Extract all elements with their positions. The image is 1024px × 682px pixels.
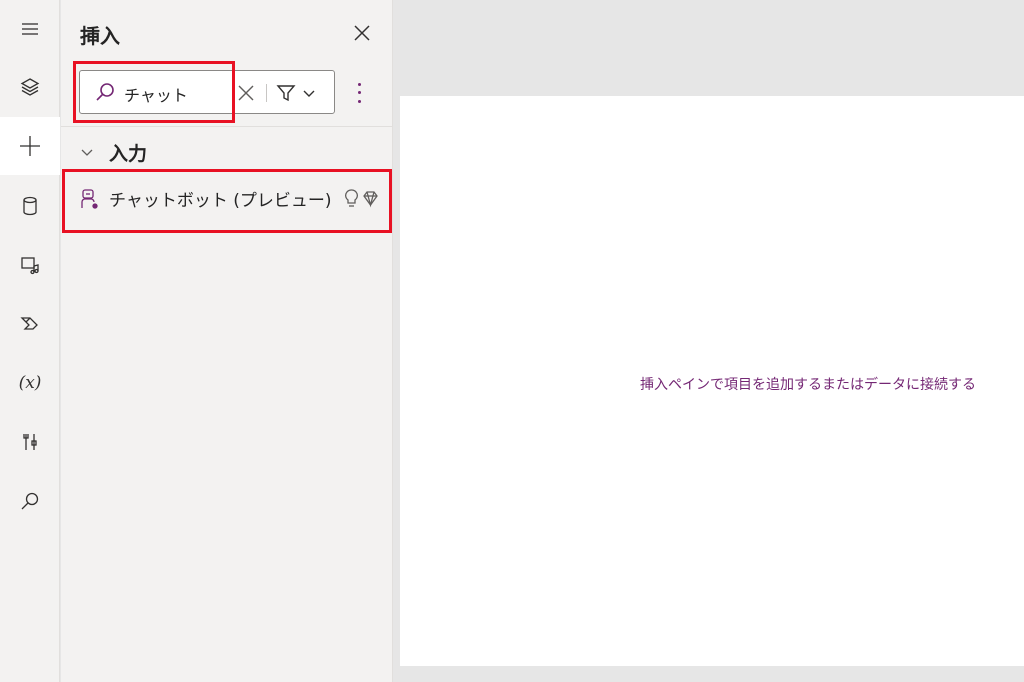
search-divider: [266, 84, 267, 102]
close-panel-button[interactable]: [351, 22, 375, 46]
advanced-tools-button[interactable]: [0, 413, 60, 471]
database-icon: [23, 196, 37, 216]
chevron-down-icon: [81, 143, 93, 162]
media-button[interactable]: [0, 236, 60, 294]
search-rail-button[interactable]: [0, 472, 60, 530]
item-highlight-box: [62, 169, 392, 233]
search-icon: [21, 492, 39, 510]
close-icon: [354, 25, 370, 41]
variable-icon: (x): [18, 373, 42, 393]
tree-view-button[interactable]: [0, 58, 60, 116]
more-dot: [357, 100, 361, 104]
clear-search-icon[interactable]: [236, 83, 256, 103]
layers-icon: [20, 78, 40, 96]
panel-divider: [61, 126, 392, 127]
group-label: 入力: [109, 142, 148, 165]
chevron-down-icon: [303, 90, 315, 97]
insert-button[interactable]: [0, 117, 60, 175]
more-dot: [357, 82, 361, 86]
media-icon: [21, 257, 39, 275]
more-dot: [357, 91, 361, 95]
search-highlight-box: [73, 61, 235, 123]
hamburger-icon: [22, 23, 38, 35]
variables-button[interactable]: (x): [0, 354, 60, 412]
hamburger-menu-button[interactable]: [0, 0, 60, 58]
data-button[interactable]: [0, 177, 60, 235]
panel-title: 挿入: [80, 24, 120, 48]
group-header-input[interactable]: 入力: [81, 138, 147, 166]
more-options-button[interactable]: [351, 80, 367, 106]
app-canvas[interactable]: 挿入ペインで項目を追加するまたはデータに接続する: [400, 96, 1024, 666]
plus-icon: [20, 136, 40, 156]
insert-panel: 挿入 チャット 入力 チャットボット (プレビュー): [61, 0, 393, 682]
filter-button[interactable]: [276, 80, 328, 106]
filter-icon: [276, 85, 296, 102]
power-automate-icon: [20, 317, 38, 330]
tools-icon: [23, 434, 37, 450]
power-automate-button[interactable]: [0, 295, 60, 353]
left-rail: (x): [0, 0, 60, 682]
canvas-hint-text: 挿入ペインで項目を追加するまたはデータに接続する: [640, 377, 976, 393]
